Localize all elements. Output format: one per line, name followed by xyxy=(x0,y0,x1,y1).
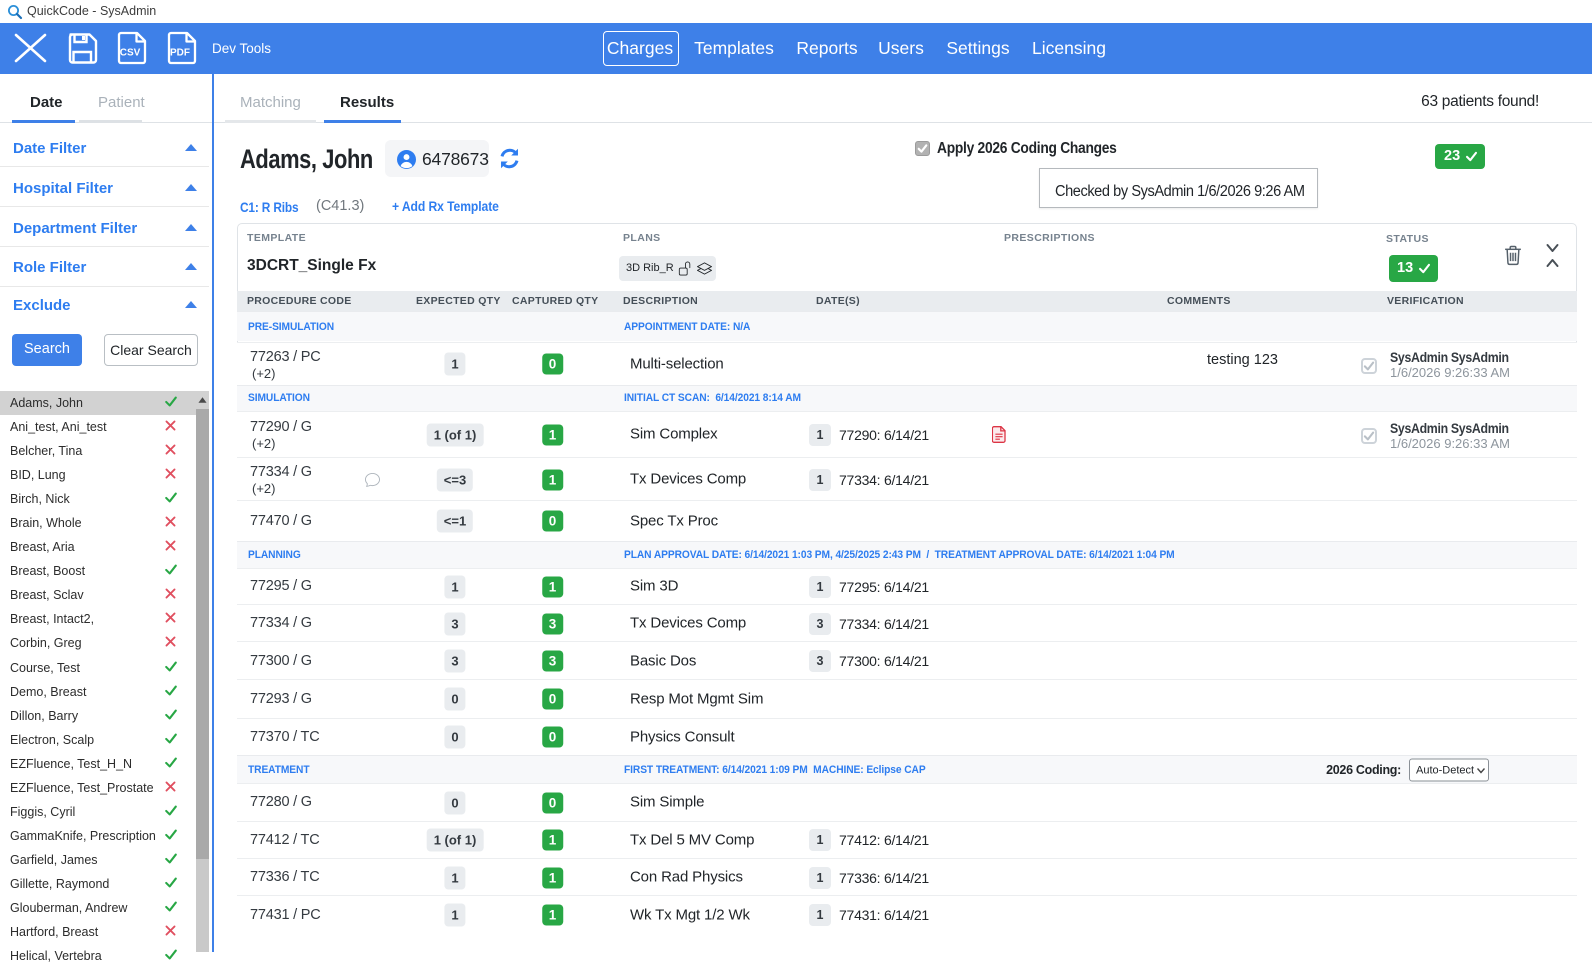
svg-text:CSV: CSV xyxy=(120,48,141,59)
svg-text:PDF: PDF xyxy=(170,48,190,59)
